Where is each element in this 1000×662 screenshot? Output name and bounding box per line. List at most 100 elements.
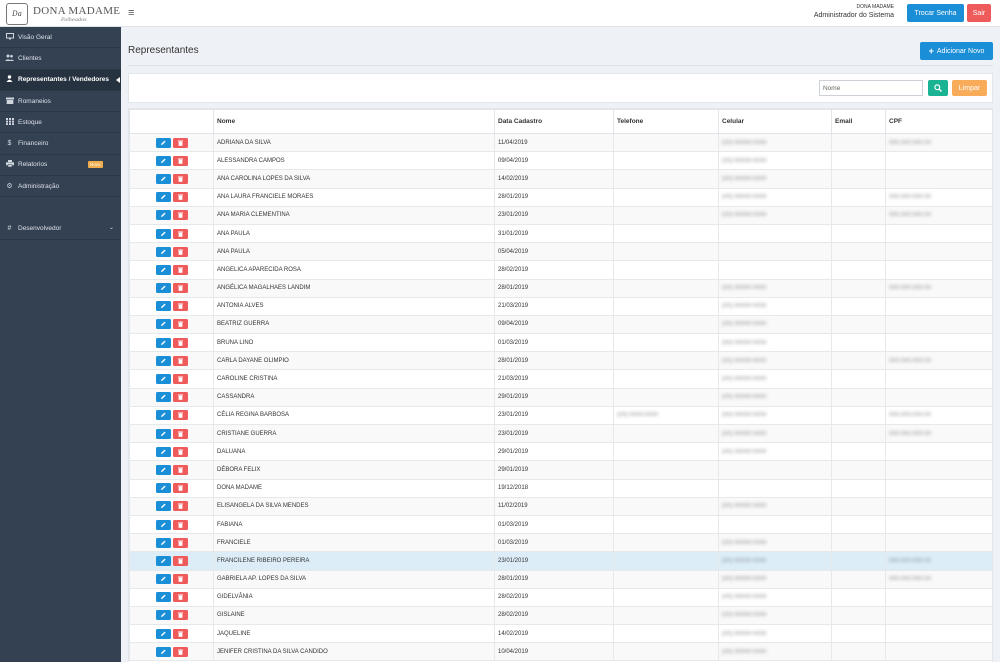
delete-button[interactable] xyxy=(172,464,188,475)
sidebar-item-relatorios[interactable]: Relatorios Novo xyxy=(0,155,121,177)
edit-button[interactable] xyxy=(155,319,171,330)
table-row[interactable]: ANA MARIA CLEMENTINA 23/01/2019 (00) 00000… xyxy=(129,205,992,225)
table-row[interactable]: ANGÉLICA MAGALHAES LANDIM 28/01/2019 (00) … xyxy=(129,278,992,298)
delete-button[interactable] xyxy=(172,446,188,457)
delete-button[interactable] xyxy=(172,264,188,275)
delete-button[interactable] xyxy=(172,355,188,366)
edit-button[interactable] xyxy=(155,228,171,239)
edit-button[interactable] xyxy=(155,628,171,639)
search-button[interactable] xyxy=(928,80,948,96)
delete-button[interactable] xyxy=(172,173,188,184)
edit-button[interactable] xyxy=(155,246,171,257)
sidebar-item-administracao[interactable]: ⚙ Administração xyxy=(0,176,121,198)
delete-button[interactable] xyxy=(172,628,188,639)
edit-button[interactable] xyxy=(155,392,171,403)
sidebar-item-romaneios[interactable]: Romaneios xyxy=(0,91,121,113)
delete-button[interactable] xyxy=(172,410,188,421)
brand-logo[interactable]: Da DONA MADAME Folheados xyxy=(6,3,122,25)
delete-button[interactable] xyxy=(172,392,188,403)
sidebar-item-representantes[interactable]: Representantes / Vendedores xyxy=(0,69,121,91)
table-row[interactable]: DONA MADAME 19/12/2018 xyxy=(129,478,992,498)
delete-button[interactable] xyxy=(172,610,188,621)
edit-button[interactable] xyxy=(155,610,171,621)
column-header-cpf[interactable]: CPF xyxy=(885,109,992,134)
table-row[interactable]: FRANCIELE 01/03/2019 (00) 00000-0000 xyxy=(129,533,992,553)
delete-button[interactable] xyxy=(172,337,188,348)
edit-button[interactable] xyxy=(155,537,171,548)
logout-button[interactable]: Sair xyxy=(967,4,991,22)
table-row[interactable]: ANA PAULA 31/01/2019 xyxy=(129,223,992,244)
delete-button[interactable] xyxy=(172,483,188,494)
column-header-data-cadastro[interactable]: Data Cadastro xyxy=(494,109,614,134)
delete-button[interactable] xyxy=(172,519,188,530)
delete-button[interactable] xyxy=(172,301,188,312)
table-row[interactable]: ELISANGELA DA SILVA MENDES 11/02/2019 (00)… xyxy=(129,496,992,516)
edit-button[interactable] xyxy=(155,464,171,475)
column-header-celular[interactable]: Celular xyxy=(718,109,832,134)
delete-button[interactable] xyxy=(172,283,188,294)
delete-button[interactable] xyxy=(172,210,188,221)
edit-button[interactable] xyxy=(155,555,171,566)
edit-button[interactable] xyxy=(155,428,171,439)
sidebar-item-estoque[interactable]: Estoque xyxy=(0,112,121,134)
edit-button[interactable] xyxy=(155,446,171,457)
table-row[interactable]: ANA PAULA 05/04/2019 xyxy=(129,242,992,262)
table-row[interactable]: JAQUELINE 14/02/2019 (00) 00000-0000 xyxy=(129,624,992,644)
edit-button[interactable] xyxy=(155,301,171,312)
delete-button[interactable] xyxy=(172,228,188,239)
column-header-nome[interactable]: Nome xyxy=(213,109,495,134)
table-row[interactable]: CASSANDRA 29/01/2019 (00) 00000-0000 xyxy=(129,387,992,407)
table-row[interactable]: DÉBORA FELIX 29/01/2019 xyxy=(129,460,992,480)
column-header-telefone[interactable]: Telefone xyxy=(613,109,719,134)
column-header-email[interactable]: Email xyxy=(831,109,886,134)
edit-button[interactable] xyxy=(155,337,171,348)
edit-button[interactable] xyxy=(155,592,171,603)
table-row[interactable]: ANGELICA APARECIDA ROSA 28/02/2019 xyxy=(129,260,992,280)
delete-button[interactable] xyxy=(172,592,188,603)
delete-button[interactable] xyxy=(172,428,188,439)
edit-button[interactable] xyxy=(155,646,171,657)
table-row[interactable]: CÉLIA REGINA BARBOSA 23/01/2019 (00) 0000-… xyxy=(129,405,992,426)
edit-button[interactable] xyxy=(155,519,171,530)
table-row[interactable]: GISLAINE 28/02/2019 (00) 00000-0000 xyxy=(129,605,992,626)
edit-button[interactable] xyxy=(155,210,171,221)
table-row[interactable]: DALUANA 29/01/2019 (00) 00000-0000 xyxy=(129,442,992,462)
table-row[interactable]: ALESSANDRA CAMPOS 09/04/2019 (00) 00000-00… xyxy=(129,151,992,171)
delete-button[interactable] xyxy=(172,555,188,566)
delete-button[interactable] xyxy=(172,374,188,385)
delete-button[interactable] xyxy=(172,155,188,166)
delete-button[interactable] xyxy=(172,501,188,512)
sidebar-item-financeiro[interactable]: $ Financeiro xyxy=(0,133,121,155)
delete-button[interactable] xyxy=(172,574,188,585)
edit-button[interactable] xyxy=(155,374,171,385)
edit-button[interactable] xyxy=(155,410,171,421)
delete-button[interactable] xyxy=(172,137,188,148)
change-password-button[interactable]: Trocar Senha xyxy=(907,4,964,22)
sidebar-item-clientes[interactable]: Clientes xyxy=(0,48,121,70)
add-new-button[interactable]: + Adicionar Novo xyxy=(920,42,993,60)
sidebar-item-desenvolvedor[interactable]: # Desenvolvedor ⌄ xyxy=(0,218,121,240)
table-row[interactable]: FABIANA 01/03/2019 xyxy=(129,514,992,535)
table-row[interactable]: CAROLINE CRISTINA 21/03/2019 (00) 00000-00… xyxy=(129,369,992,389)
table-row[interactable]: BEATRIZ GUERRA 09/04/2019 (00) 00000-0000 xyxy=(129,314,992,335)
clear-button[interactable]: Limpar xyxy=(952,80,987,96)
table-row[interactable]: ANA CAROLINA LOPES DA SILVA 14/02/2019 (00… xyxy=(129,169,992,189)
table-row[interactable]: ADRIANA DA SILVA 11/04/2019 (00) 00000-000… xyxy=(129,132,992,153)
edit-button[interactable] xyxy=(155,155,171,166)
delete-button[interactable] xyxy=(172,192,188,203)
edit-button[interactable] xyxy=(155,574,171,585)
table-row[interactable]: ANTONIA ALVES 21/03/2019 (00) 00000-0000 xyxy=(129,296,992,316)
edit-button[interactable] xyxy=(155,283,171,294)
delete-button[interactable] xyxy=(172,537,188,548)
name-search-input[interactable] xyxy=(819,80,923,96)
edit-button[interactable] xyxy=(155,173,171,184)
table-row[interactable]: CRISTIANE GUERRA 23/01/2019 (00) 00000-000… xyxy=(129,423,992,444)
table-row[interactable]: FRANCILENE RIBEIRO PEREIRA 23/01/2019 (00)… xyxy=(129,551,992,571)
table-row[interactable]: BRUNA LINO 01/03/2019 (00) 00000-0000 xyxy=(129,333,992,353)
table-row[interactable]: CARLA DAYANE OLIMPIO 28/01/2019 (00) 00000… xyxy=(129,351,992,371)
delete-button[interactable] xyxy=(172,246,188,257)
edit-button[interactable] xyxy=(155,501,171,512)
table-row[interactable]: GIDELVÂNIA 28/02/2019 (00) 00000-0000 xyxy=(129,587,992,607)
sidebar-item-visao-geral[interactable]: Visão Geral xyxy=(0,27,121,49)
table-row[interactable]: ANA LAURA FRANCIELE MORAES 28/01/2019 (00)… xyxy=(129,187,992,207)
